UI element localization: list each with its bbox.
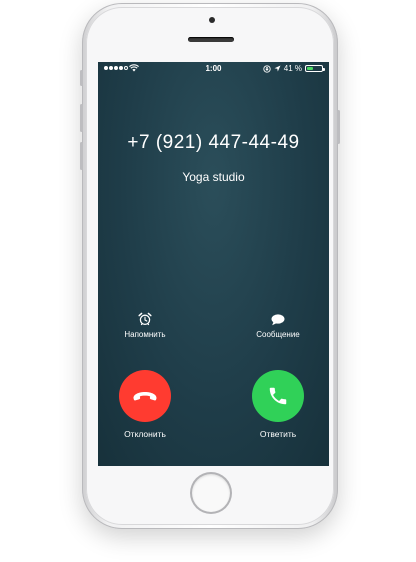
- speech-bubble-icon: [271, 314, 285, 326]
- remind-me-button[interactable]: Напомнить: [98, 312, 195, 339]
- decline-label: Отклонить: [124, 429, 166, 439]
- home-button[interactable]: [192, 474, 230, 512]
- volume-up-button: [80, 104, 83, 132]
- screen: 1:00 41 % +7 (921) 447-44-49 Yoga studio: [98, 62, 329, 466]
- caller-number: +7 (921) 447-44-49: [127, 132, 300, 153]
- battery-percentage: 41 %: [283, 64, 302, 73]
- message-button[interactable]: Сообщение: [228, 314, 328, 339]
- phone-handset-icon: [269, 387, 287, 405]
- battery-icon: [305, 65, 325, 72]
- decline-call-button[interactable]: [119, 370, 171, 422]
- status-right-group: 41 %: [263, 64, 325, 73]
- front-camera: [209, 17, 215, 23]
- power-button: [337, 110, 340, 144]
- remind-me-label: Напомнить: [124, 330, 166, 339]
- accept-call-button[interactable]: [252, 370, 304, 422]
- earpiece-speaker: [188, 37, 234, 42]
- status-bar: 1:00 41 %: [98, 62, 329, 76]
- volume-down-button: [80, 142, 83, 170]
- message-label: Сообщение: [256, 330, 300, 339]
- location-arrow-icon: [274, 65, 281, 72]
- mute-switch: [80, 70, 83, 86]
- lock-rotation-icon: [263, 64, 271, 73]
- caller-name: Yoga studio: [182, 170, 245, 184]
- alarm-clock-icon: [138, 312, 152, 326]
- accept-label: Ответить: [259, 429, 297, 439]
- hang-up-icon: [133, 392, 157, 401]
